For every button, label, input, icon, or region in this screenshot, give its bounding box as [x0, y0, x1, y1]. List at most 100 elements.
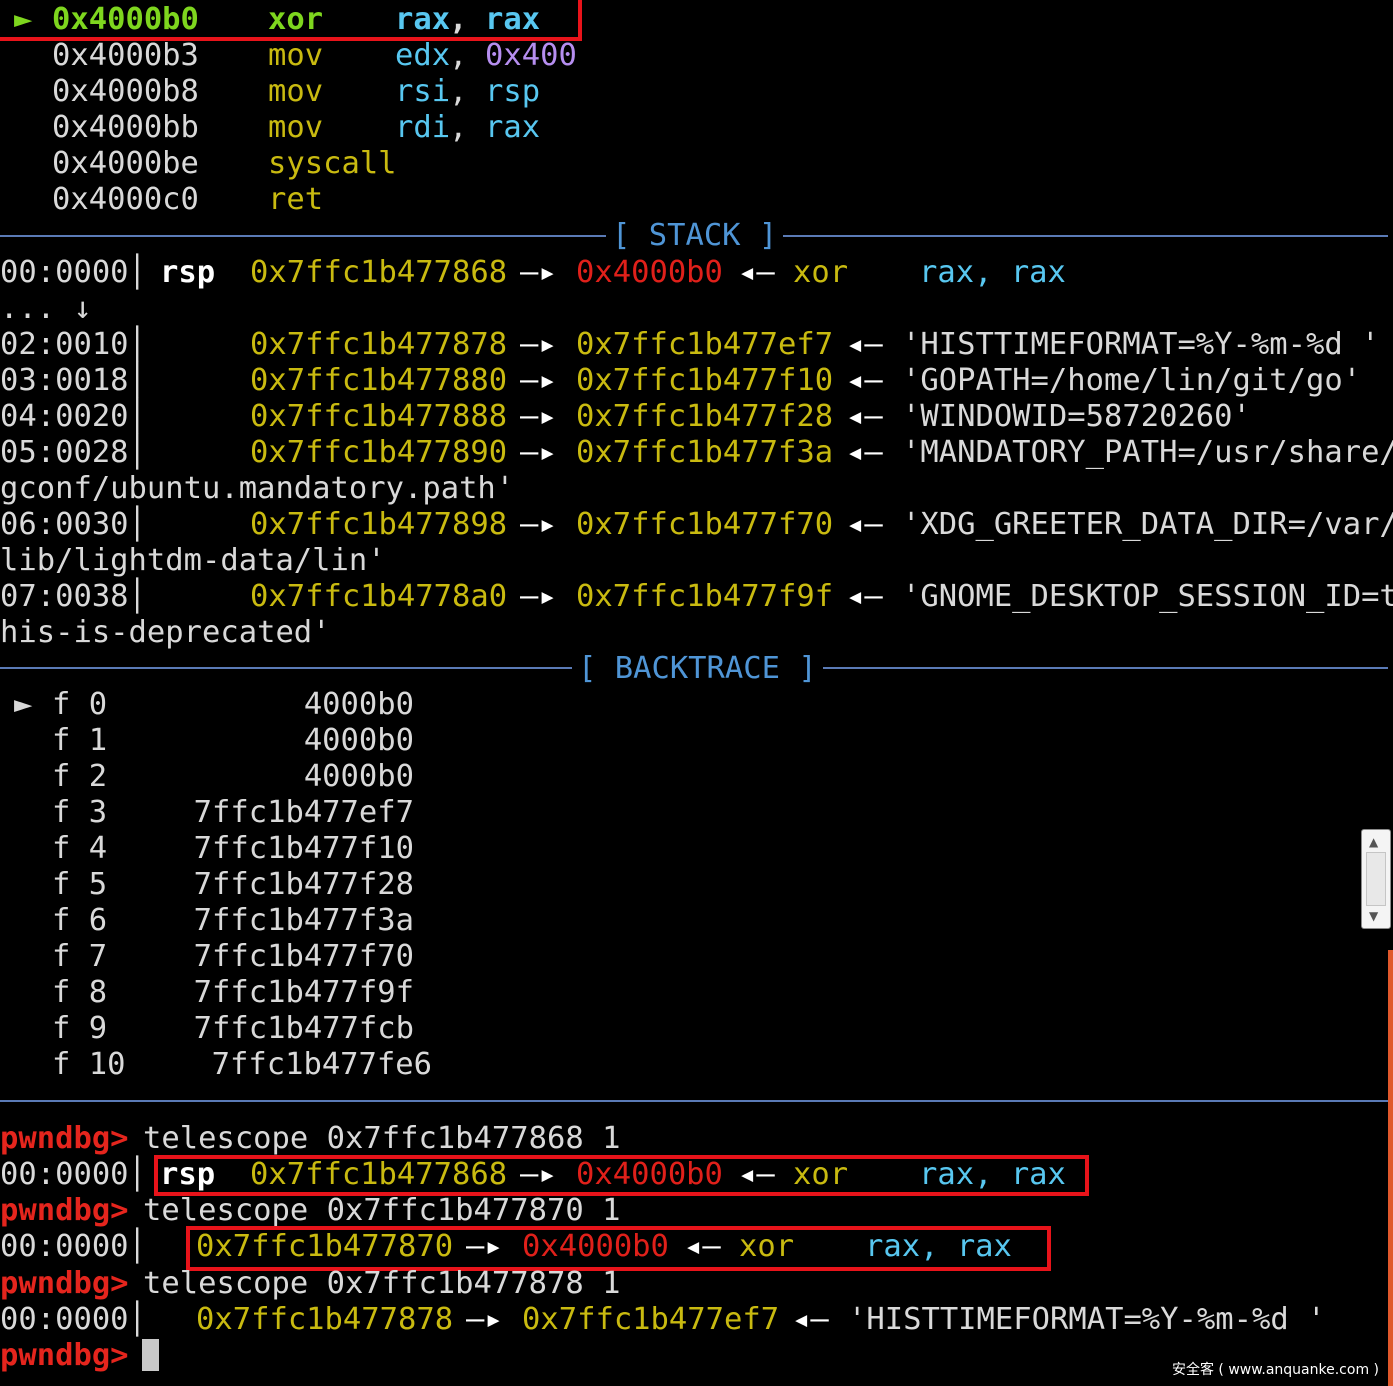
scrollbar-thumb[interactable] — [1366, 852, 1386, 906]
arrow-right-icon: —▸ — [520, 327, 557, 362]
stack-address: 0x7ffc1b477888 — [250, 399, 508, 434]
disasm-mnemonic: mov — [268, 74, 324, 109]
frame-address: 7ffc1b477f10 — [193, 831, 414, 866]
stack-register: rsp — [160, 255, 216, 290]
stack-string: 'HISTTIMEFORMAT=%Y-%m-%d ' — [902, 327, 1380, 362]
frame-number: f 3 — [52, 795, 108, 830]
frame-number: f 2 — [52, 759, 108, 794]
stack-section-title: [ STACK ] — [606, 218, 784, 254]
highlight-box — [154, 1155, 1089, 1196]
stack-string: 'GOPATH=/home/lin/git/go' — [902, 363, 1362, 398]
frame-number: f 4 — [52, 831, 108, 866]
arrow-left-icon: ◂— — [792, 1302, 829, 1337]
frame-address: 7ffc1b477ef7 — [193, 795, 414, 830]
stack-string: 'XDG_GREETER_DATA_DIR=/var/ — [902, 507, 1393, 542]
stack-index: 00:0000 — [0, 1229, 129, 1264]
frame-address: 4000b0 — [303, 759, 414, 794]
disasm-address: 0x4000bb — [52, 110, 199, 145]
arrow-left-icon: ◂— — [846, 579, 883, 614]
frame-address: 7ffc1b477f70 — [193, 939, 414, 974]
stack-address: 0x7ffc1b477868 — [250, 255, 508, 290]
arrow-right-icon: —▸ — [520, 363, 557, 398]
disasm-address: 0x4000b3 — [52, 38, 199, 73]
disasm-mnemonic: mov — [268, 38, 324, 73]
arrow-left-icon: ◂— — [738, 255, 775, 290]
arrow-right-icon: —▸ — [520, 399, 557, 434]
stack-string: 'WINDOWID=58720260' — [902, 399, 1251, 434]
frame-number: f 7 — [52, 939, 108, 974]
stack-string-wrap: gconf/ubuntu.mandatory.path' — [0, 471, 515, 506]
arrow-right-icon: —▸ — [520, 579, 557, 614]
prompt: pwndbg> — [0, 1121, 129, 1156]
stack-target: 0x7ffc1b477f3a — [576, 435, 834, 470]
arrow-left-icon: ◂— — [846, 363, 883, 398]
arrow-left-icon: ◂— — [846, 435, 883, 470]
disasm-operand: edx — [395, 38, 451, 73]
stack-target: 0x7ffc1b477f70 — [576, 507, 834, 542]
window-edge-stripe — [1388, 950, 1393, 1386]
stack-index: 07:0038 — [0, 579, 129, 614]
stack-target: 0x7ffc1b477ef7 — [576, 327, 834, 362]
stack-index: 04:0020 — [0, 399, 129, 434]
stack-target: 0x4000b0 — [576, 255, 723, 290]
stack-index: 00:0000 — [0, 255, 129, 290]
stack-instruction: xor — [793, 255, 849, 290]
highlight-box — [186, 1226, 1051, 1271]
disasm-address: 0x4000c0 — [52, 182, 199, 217]
scroll-up-icon[interactable]: ▲ — [1369, 836, 1378, 848]
stack-address: 0x7ffc1b477878 — [250, 327, 508, 362]
highlight-box — [0, 0, 582, 41]
command-text: telescope 0x7ffc1b477870 1 — [143, 1193, 621, 1228]
frame-address: 7ffc1b477f28 — [193, 867, 414, 902]
stack-address: 0x7ffc1b477890 — [250, 435, 508, 470]
disasm-mnemonic: syscall — [268, 146, 397, 181]
frame-number: f 5 — [52, 867, 108, 902]
stack-index: 05:0028 — [0, 435, 129, 470]
prompt: pwndbg> — [0, 1266, 129, 1301]
terminal-cursor[interactable] — [142, 1338, 159, 1374]
disasm-operand: rax — [485, 110, 541, 145]
watermark: 安全客 ( www.anquanke.com ) — [1171, 1362, 1379, 1378]
arrow-right-icon: —▸ — [466, 1302, 503, 1337]
disasm-operand: rsi — [395, 74, 451, 109]
disasm-mnemonic: mov — [268, 110, 324, 145]
stack-string: 'HISTTIMEFORMAT=%Y-%m-%d ' — [848, 1302, 1326, 1337]
frame-address: 4000b0 — [303, 723, 414, 758]
prompt: pwndbg> — [0, 1193, 129, 1228]
disasm-mnemonic: ret — [268, 182, 324, 217]
terminal-scrollbar[interactable]: ▲ ▼ — [1361, 829, 1391, 929]
stack-string: 'GNOME_DESKTOP_SESSION_ID=t — [902, 579, 1393, 614]
stack-target: 0x7ffc1b477f10 — [576, 363, 834, 398]
stack-index: 02:0010 — [0, 327, 129, 362]
arrow-left-icon: ◂— — [846, 507, 883, 542]
frame-number: f 1 — [52, 723, 108, 758]
disasm-address: 0x4000be — [52, 146, 199, 181]
frame-address: 7ffc1b477f3a — [193, 903, 414, 938]
current-frame-marker: ► — [14, 687, 33, 722]
stack-string-wrap: his-is-deprecated' — [0, 615, 331, 650]
arrow-left-icon: ◂— — [846, 327, 883, 362]
disasm-address: 0x4000b8 — [52, 74, 199, 109]
stack-target: 0x7ffc1b477ef7 — [522, 1302, 780, 1337]
arrow-right-icon: —▸ — [520, 255, 557, 290]
stack-index: 03:0018 — [0, 363, 129, 398]
frame-number: f 8 — [52, 975, 108, 1010]
frame-address: 7ffc1b477fcb — [193, 1011, 414, 1046]
command-text: telescope 0x7ffc1b477878 1 — [143, 1266, 621, 1301]
frame-address: 4000b0 — [303, 687, 414, 722]
frame-address: 7ffc1b477f9f — [193, 975, 414, 1010]
frame-number: f 9 — [52, 1011, 108, 1046]
command-text: telescope 0x7ffc1b477868 1 — [143, 1121, 621, 1156]
stack-address: 0x7ffc1b477898 — [250, 507, 508, 542]
stack-address: 0x7ffc1b4778a0 — [250, 579, 508, 614]
stack-string-wrap: lib/lightdm-data/lin' — [0, 543, 386, 578]
frame-address: 7ffc1b477fe6 — [211, 1047, 432, 1082]
arrow-right-icon: —▸ — [520, 435, 557, 470]
frame-number: f 6 — [52, 903, 108, 938]
disasm-operand: rsp — [485, 74, 541, 109]
backtrace-section-title: [ BACKTRACE ] — [572, 651, 823, 687]
console-divider — [0, 1100, 1388, 1102]
arrow-left-icon: ◂— — [846, 399, 883, 434]
disasm-immediate: 0x400 — [485, 38, 577, 73]
scroll-down-icon[interactable]: ▼ — [1369, 910, 1378, 922]
